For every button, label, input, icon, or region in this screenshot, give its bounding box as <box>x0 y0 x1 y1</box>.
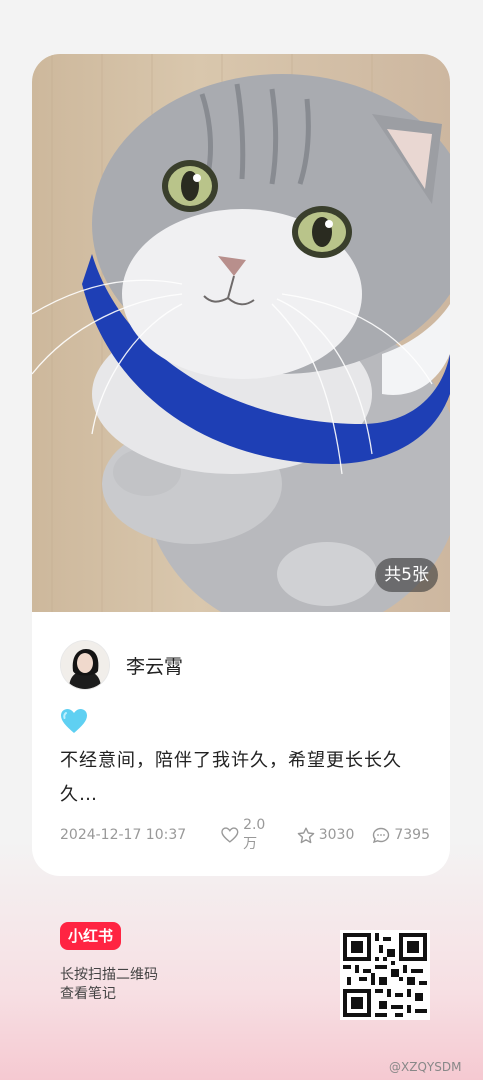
cat-photo[interactable]: 共5张 <box>32 54 450 612</box>
weibo-watermark: @XZQYSDM <box>389 1060 462 1074</box>
comment-icon <box>373 827 390 843</box>
favorites-stat[interactable]: 3030 <box>297 827 355 844</box>
author-row[interactable]: 李云霄 <box>60 640 183 690</box>
avatar[interactable] <box>60 640 110 690</box>
star-icon <box>297 827 315 843</box>
scan-instructions: 长按扫描二维码 查看笔记 <box>60 966 158 1004</box>
comments-stat[interactable]: 7395 <box>372 827 430 844</box>
heart-icon <box>221 827 239 843</box>
cat-illustration <box>32 54 450 612</box>
likes-count: 2.0万 <box>243 817 266 852</box>
comments-count: 7395 <box>394 827 430 843</box>
qr-code[interactable] <box>340 930 430 1020</box>
author-name[interactable]: 李云霄 <box>126 652 183 679</box>
xiaohongshu-logo: 小红书 <box>60 922 122 950</box>
image-count-badge: 共5张 <box>375 558 438 592</box>
post-date: 2024-12-17 10:37 <box>60 827 187 843</box>
light-blue-heart-emoji <box>61 709 87 733</box>
avatar-portrait <box>61 641 109 689</box>
note-card[interactable]: 共5张 李云霄 不经意间，陪伴了我许久，希望更长长久久… 2024-12-17 … <box>32 54 450 876</box>
post-content: 不经意间，陪伴了我许久，希望更长长久久… <box>60 750 402 805</box>
favorites-count: 3030 <box>318 827 355 843</box>
likes-stat[interactable]: 2.0万 <box>221 817 278 853</box>
scan-line-1: 长按扫描二维码 <box>60 967 158 983</box>
meta-row: 2024-12-17 10:37 2.0万 3030 7395 <box>60 817 430 852</box>
qr-code-pattern <box>343 933 427 1017</box>
scan-line-2: 查看笔记 <box>60 986 116 1002</box>
